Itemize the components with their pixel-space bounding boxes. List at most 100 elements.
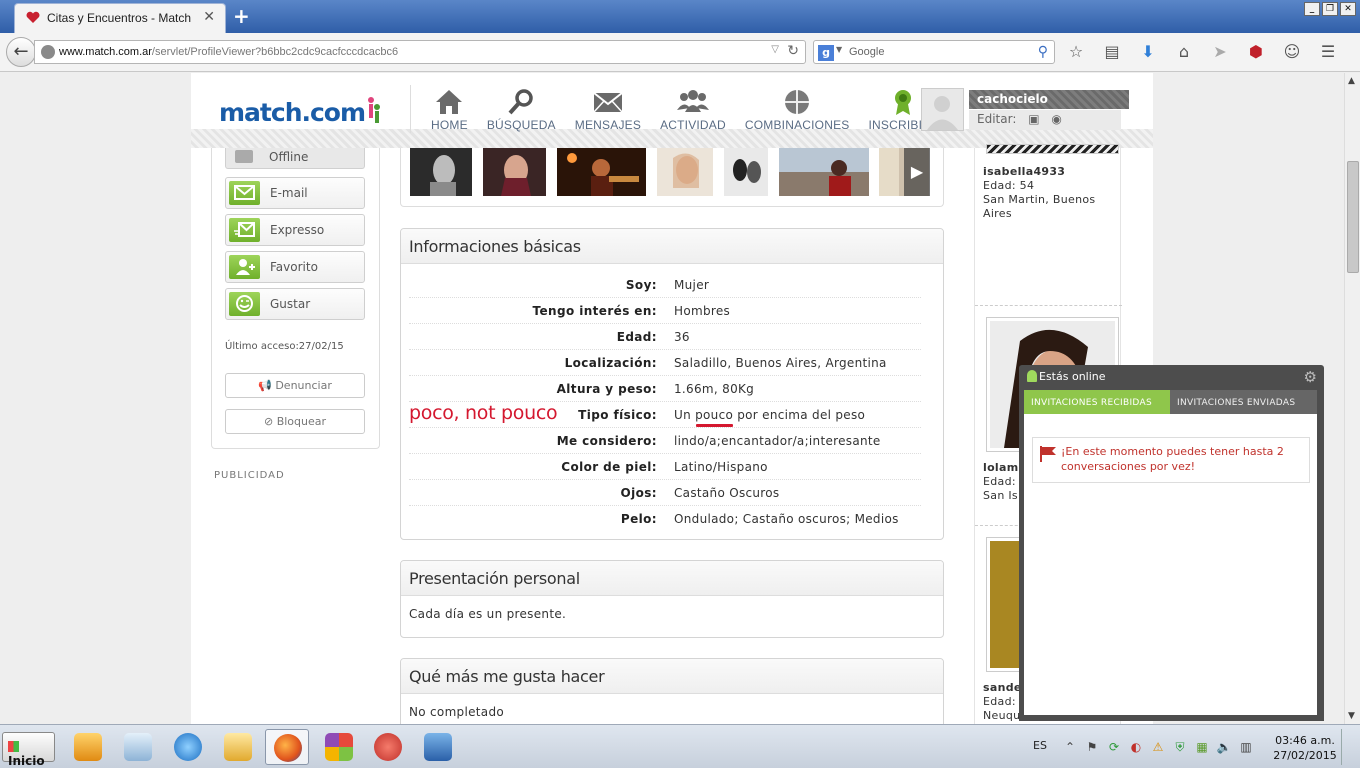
back-button[interactable]: ←: [6, 37, 36, 67]
sync-icon[interactable]: ⟳: [1106, 739, 1122, 755]
bookmark-star-icon[interactable]: ☆: [1064, 41, 1088, 65]
expresso-button[interactable]: Expresso: [225, 214, 365, 246]
show-desktop-button[interactable]: [1341, 729, 1358, 765]
file-explorer-app-icon[interactable]: [216, 729, 260, 765]
url-text: www.match.com.ar/servlet/ProfileViewer?b…: [59, 46, 399, 58]
match-card-1[interactable]: isabella4933 Edad: 54 San Martin, Buenos…: [983, 165, 1120, 221]
media-player-app-icon[interactable]: [66, 729, 110, 765]
close-tab-icon[interactable]: ✕: [203, 9, 215, 25]
office-app-icon[interactable]: [317, 729, 361, 765]
home-icon[interactable]: ⌂: [1172, 41, 1196, 65]
reading-list-icon[interactable]: ▤: [1100, 41, 1124, 65]
profile-photo[interactable]: [724, 148, 768, 196]
nav-busqueda[interactable]: BÚSQUEDA: [487, 88, 556, 132]
avatar-placeholder-icon: [927, 96, 958, 130]
puzzle-icon: [785, 90, 810, 114]
google-icon: g: [818, 45, 834, 61]
presentation-card: Presentación personal Cada día es un pre…: [400, 560, 944, 638]
chat-header[interactable]: Estás online ⚙: [1019, 365, 1324, 389]
block-button[interactable]: ⊘ Bloquear: [225, 409, 365, 434]
chat-icon[interactable]: ☺: [1280, 41, 1304, 65]
security-icon[interactable]: ⛨: [1172, 739, 1188, 755]
browser-tab[interactable]: Citas y Encuentros - Match ✕: [14, 3, 226, 33]
network-app-icon[interactable]: [416, 729, 460, 765]
chat-bubble-icon: [235, 150, 253, 163]
reload-icon[interactable]: ↻: [787, 43, 799, 59]
presentation-title: Presentación personal: [401, 561, 943, 596]
profile-photo[interactable]: [657, 148, 713, 196]
ads-label: PUBLICIDAD: [214, 470, 285, 481]
tab-invitaciones-enviadas[interactable]: INVITACIONES ENVIADAS: [1170, 390, 1317, 414]
match-photo[interactable]: [986, 144, 1119, 154]
page-container: match.com HOME BÚSQUEDA MENSAJES ACTIVID…: [191, 73, 1153, 724]
internet-explorer-app-icon[interactable]: [166, 729, 210, 765]
edit-profile: Editar: ▣ ◉: [969, 110, 1121, 130]
profile-actions-column: Offline E-mail Expresso Favorito Gustar …: [211, 148, 380, 449]
firefox-app-icon[interactable]: [265, 729, 309, 765]
url-dropdown-icon[interactable]: ▽: [771, 44, 779, 55]
header-divider: [410, 85, 411, 133]
start-button[interactable]: Inicio: [2, 732, 55, 768]
likes-text: No completado: [409, 705, 505, 719]
likes-title: Qué más me gusta hacer: [401, 659, 943, 694]
profile-photo[interactable]: [557, 148, 646, 196]
warning-icon[interactable]: ⚠: [1150, 739, 1166, 755]
envelope-icon: [593, 92, 623, 113]
people-icon: [676, 90, 709, 112]
close-window-icon[interactable]: ✕: [1340, 2, 1356, 16]
report-button[interactable]: 📢 Denunciar: [225, 373, 365, 398]
ccleaner-app-icon[interactable]: [366, 729, 410, 765]
show-hidden-icons-icon[interactable]: ⌃: [1062, 739, 1078, 755]
camera-icon[interactable]: ◉: [1051, 112, 1061, 126]
add-user-icon: [236, 259, 255, 275]
main-nav: HOME BÚSQUEDA MENSAJES ACTIVIDAD COMBINA…: [431, 88, 957, 132]
notepad-app-icon[interactable]: [116, 729, 160, 765]
engine-dropdown-icon[interactable]: ▼: [836, 45, 842, 54]
quick-mail-icon: [234, 222, 255, 237]
gustar-button[interactable]: Gustar: [225, 288, 365, 320]
profile-card-icon[interactable]: ▣: [1028, 112, 1039, 126]
profile-photo[interactable]: [779, 148, 869, 196]
search-icon[interactable]: ⚲: [1038, 44, 1048, 60]
flag-icon: [1040, 446, 1056, 462]
nav-mensajes[interactable]: MENSAJES: [575, 88, 641, 132]
new-tab-button[interactable]: +: [233, 4, 250, 28]
email-button[interactable]: E-mail: [225, 177, 365, 209]
search-bar[interactable]: g ▼ Google ⚲: [813, 40, 1055, 64]
page-scrollbar[interactable]: ▲ ▼: [1344, 73, 1360, 724]
restore-icon[interactable]: ❐: [1322, 2, 1338, 16]
network-tray-icon[interactable]: ▥: [1238, 739, 1254, 755]
flag-icon[interactable]: ⚑: [1084, 739, 1100, 755]
menu-icon[interactable]: ☰: [1316, 41, 1340, 65]
favorito-button[interactable]: Favorito: [225, 251, 365, 283]
volume-icon[interactable]: 🔈: [1216, 739, 1232, 755]
envelope-icon: [234, 185, 255, 200]
profile-photo[interactable]: [410, 148, 472, 196]
likes-card: Qué más me gusta hacer No completado: [400, 658, 944, 724]
ccleaner-tray-icon[interactable]: ◐: [1128, 739, 1144, 755]
next-photo-arrow-icon[interactable]: ▶: [904, 148, 930, 196]
nav-actividad[interactable]: ACTIVIDAD: [660, 88, 726, 132]
address-bar[interactable]: www.match.com.ar/servlet/ProfileViewer?b…: [34, 40, 806, 64]
tab-invitaciones-recibidas[interactable]: INVITACIONES RECIBIDAS: [1024, 390, 1170, 414]
scroll-up-icon[interactable]: ▲: [1348, 76, 1355, 86]
nav-combinaciones[interactable]: COMBINACIONES: [745, 88, 850, 132]
basic-info-rows: Soy: Mujer Tengo interés en: Hombres Edad:…: [401, 264, 943, 539]
user-avatar[interactable]: [921, 88, 964, 131]
nav-home[interactable]: HOME: [431, 88, 468, 132]
info-row: Me considero: lindo/a;encantador/a;intere…: [409, 428, 921, 454]
match-logo[interactable]: match.com: [219, 95, 381, 127]
minimize-icon[interactable]: _: [1304, 2, 1320, 16]
clock[interactable]: 03:46 a.m. 27/02/2015: [1270, 733, 1340, 763]
chat-notice: ¡En este momento puedes tener hasta 2 co…: [1032, 437, 1310, 483]
language-indicator[interactable]: ES: [1033, 739, 1047, 752]
send-icon[interactable]: ➤: [1208, 41, 1232, 65]
download-icon[interactable]: ⬇: [1136, 41, 1160, 65]
username[interactable]: cachocielo: [969, 90, 1129, 109]
adblock-icon[interactable]: ⬢: [1244, 41, 1268, 65]
gear-icon[interactable]: ⚙: [1304, 368, 1317, 386]
scroll-thumb[interactable]: [1347, 161, 1359, 273]
profile-photo[interactable]: [483, 148, 546, 196]
app-grid-icon[interactable]: ▦: [1194, 739, 1210, 755]
scroll-down-icon[interactable]: ▼: [1348, 711, 1355, 721]
